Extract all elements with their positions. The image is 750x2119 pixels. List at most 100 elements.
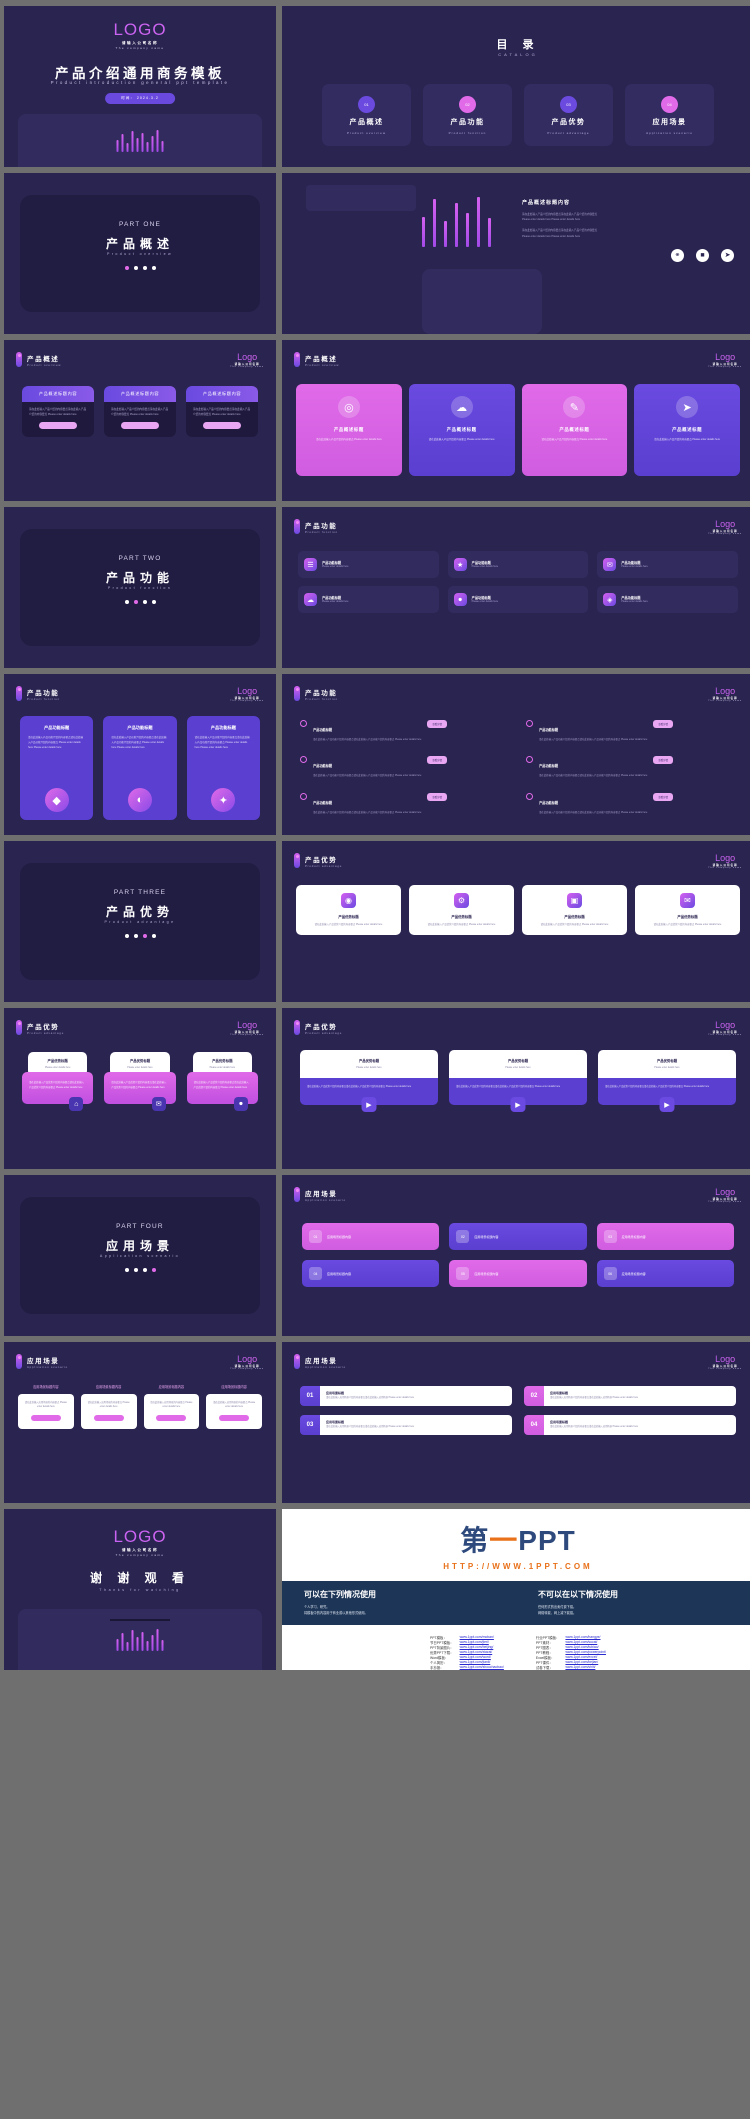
card-2[interactable]: 产品优势标题 Please enter details here 请在此处输入产品… bbox=[104, 1052, 176, 1112]
timeline-item[interactable]: 产品功能标题 请在此处输入产品功能介绍的内容要点请在此处输入产品功能介绍的内容要点… bbox=[300, 791, 510, 815]
card-button[interactable] bbox=[93, 1415, 124, 1422]
timeline-item[interactable]: 产品功能标题 请在此处输入产品功能介绍的内容要点请在此处输入产品功能介绍的内容要点… bbox=[526, 791, 736, 815]
link-url[interactable]: www.1ppt.com/shouchaobao/ bbox=[457, 1665, 507, 1670]
slide-catalog[interactable]: 目 录 CATALOG 01 产品概述 Product overview 02 … bbox=[282, 6, 750, 167]
slide-function-grid[interactable]: 产品功能 Product function Logo 请输入公司名称 The c… bbox=[282, 507, 750, 668]
card-1[interactable]: 产品概述标题内容 请在此处输入产品介绍的内容要点请在此输入产品介绍的内容要点 P… bbox=[22, 386, 94, 437]
numbered-item-4[interactable]: 04 应用场景标题 请在此处输入应用场景介绍的内容要点请在此处输入应用场景 Plea… bbox=[524, 1414, 736, 1435]
slide-overview-cards3[interactable]: 产品概述 Product overview Logo 请输入公司名称 The c… bbox=[4, 340, 276, 501]
card-1[interactable]: 产品功能标题 请在此处输入产品功能介绍的内容要点请在此处输入产品功能介绍的内容要点… bbox=[20, 716, 94, 820]
card-2[interactable]: ⚙ 产品优势标题 请在此处输入产品优势介绍的内容要点 Please enter de… bbox=[409, 885, 514, 936]
play-icon[interactable]: ▶ bbox=[361, 1097, 377, 1113]
logo-text: Logo bbox=[230, 352, 264, 362]
slide-function-timeline[interactable]: 产品功能 Product function Logo 请输入公司名称 The c… bbox=[282, 674, 750, 835]
slide-scenario-numbered[interactable]: 应用场景 Application scenario Logo 请输入公司名称 T… bbox=[282, 1342, 750, 1503]
feature-6[interactable]: ◈ 产品功能标题 Please enter details here bbox=[597, 586, 738, 613]
card-button[interactable] bbox=[121, 421, 159, 429]
feature-4[interactable]: ☁ 产品功能标题 Please enter details here bbox=[298, 586, 439, 613]
timeline-tag[interactable]: 查看详情 bbox=[653, 756, 673, 765]
card-button[interactable] bbox=[39, 421, 77, 429]
card-button[interactable] bbox=[219, 1415, 250, 1422]
card-3[interactable]: 产品功能标题 请在此处输入产品功能介绍的内容要点请在此处输入产品功能介绍的内容要点… bbox=[186, 716, 260, 820]
slide-section-two[interactable]: PART TWO 产品功能 Product function bbox=[4, 507, 276, 668]
card-3[interactable]: ✎ 产品概述标题 请在此处输入产品介绍的内容要点 Please enter de… bbox=[521, 384, 628, 476]
card-1[interactable]: 产品优势标题 Please enter details here 请在此处输入产品优… bbox=[300, 1050, 438, 1113]
card-4[interactable]: ✉ 产品优势标题 请在此处输入产品优势介绍的内容要点 Please enter de… bbox=[635, 885, 740, 936]
slide-section-one[interactable]: PART ONE 产品概述 Product overview bbox=[4, 173, 276, 334]
card-3[interactable]: 应用场景标题内容 请在此处输入应用场景的内容要点 Please enter det… bbox=[143, 1384, 200, 1430]
catalog-item-2[interactable]: 02 产品功能 Product function bbox=[423, 84, 512, 146]
slide-function-tall[interactable]: 产品功能 Product function Logo 请输入公司名称 The c… bbox=[4, 674, 276, 835]
card-3[interactable]: 产品优势标题 Please enter details here 请在此处输入产品优… bbox=[598, 1050, 736, 1113]
item-number: 02 bbox=[524, 1386, 544, 1406]
catalog-item-4[interactable]: 04 应用场景 Application scenario bbox=[625, 84, 714, 146]
slide-overview-cards4[interactable]: 产品概述 Product overview Logo 请输入公司名称 The c… bbox=[282, 340, 750, 501]
card-2[interactable]: 产品概述标题内容 请在此处输入产品介绍的内容要点请在此输入产品介绍的内容要点 P… bbox=[104, 386, 176, 437]
slide-scenario-tags[interactable]: 应用场景 Application scenario Logo 请输入公司名称 T… bbox=[282, 1175, 750, 1336]
tag-5[interactable]: 05 应用场景标题内容 bbox=[449, 1260, 587, 1287]
card-1[interactable]: ◎ 产品概述标题 请在此处输入产品介绍的内容要点 Please enter de… bbox=[296, 384, 402, 476]
tag-6[interactable]: 06 应用场景标题内容 bbox=[596, 1260, 734, 1287]
gear-icon: ⚙ bbox=[454, 893, 469, 908]
tag-4[interactable]: 04 应用场景标题内容 bbox=[302, 1260, 440, 1287]
grid-icon[interactable]: ■ bbox=[696, 248, 709, 262]
numbered-item-1[interactable]: 01 应用场景标题 请在此处输入应用场景介绍的内容要点请在此处输入应用场景 Plea… bbox=[300, 1386, 512, 1406]
card-title: 产品优势标题 bbox=[677, 915, 698, 919]
send-icon[interactable]: ➤ bbox=[721, 248, 734, 262]
slide-thanks[interactable]: LOGO 请输入公司名称 The company name 谢 谢 观 看 Th… bbox=[4, 1509, 276, 1670]
card-3[interactable]: 产品优势标题 Please enter details here 请在此处输入产品… bbox=[186, 1052, 258, 1112]
card-3[interactable]: ▣ 产品优势标题 请在此处输入产品优势介绍的内容要点 Please enter de… bbox=[522, 885, 627, 936]
card-1[interactable]: 应用场景标题内容 请在此处输入应用场景的内容要点 Please enter det… bbox=[18, 1384, 74, 1430]
card-4[interactable]: 应用场景标题内容 请在此处输入应用场景的内容要点 Please enter det… bbox=[206, 1384, 262, 1430]
card-2[interactable]: 产品优势标题 Please enter details here 请在此处输入产品优… bbox=[449, 1050, 587, 1113]
timeline-item[interactable]: 产品功能标题 请在此处输入产品功能介绍的内容要点请在此处输入产品功能介绍的内容要点… bbox=[526, 754, 736, 778]
slide-scenario-white4[interactable]: 应用场景 Application scenario Logo 请输入公司名称 T… bbox=[4, 1342, 276, 1503]
slide-advantage-white4[interactable]: 产品优势 Product advantage Logo 请输入公司名称 The … bbox=[282, 841, 750, 1002]
numbered-item-2[interactable]: 02 应用场景标题 请在此处输入应用场景介绍的内容要点请在此处输入应用场景 Plea… bbox=[524, 1386, 736, 1406]
card-3[interactable]: 产品概述标题内容 请在此处输入产品介绍的内容要点请在此输入产品介绍的内容要点 P… bbox=[186, 386, 258, 437]
feature-3[interactable]: ✉ 产品功能标题 Please enter details here bbox=[597, 551, 738, 578]
play-icon[interactable]: ▶ bbox=[510, 1097, 526, 1113]
feature-2[interactable]: ★ 产品功能标题 Please enter details here bbox=[447, 551, 589, 578]
timeline-dot-icon bbox=[300, 792, 307, 800]
slide-cover[interactable]: LOGO 请输入公司名称 The company name 产品介绍通用商务模板… bbox=[4, 6, 276, 167]
numbered-item-3[interactable]: 03 应用场景标题 请在此处输入应用场景介绍的内容要点请在此处输入应用场景 Plea… bbox=[300, 1414, 512, 1435]
card-button[interactable] bbox=[156, 1415, 187, 1422]
timeline-item[interactable]: 产品功能标题 请在此处输入产品功能介绍的内容要点请在此处输入产品功能介绍的内容要点… bbox=[300, 718, 510, 742]
item-text: 请在此处输入应用场景介绍的内容要点请在此处输入应用场景 Please enter… bbox=[550, 1397, 639, 1399]
link-icon[interactable]: ⚭ bbox=[671, 248, 684, 262]
slide-advantage-split[interactable]: 产品优势 Product advantage Logo 请输入公司名称 The … bbox=[282, 1008, 750, 1169]
ppt-url[interactable]: HTTP://WWW.1PPT.COM bbox=[443, 1562, 592, 1571]
card-button[interactable] bbox=[203, 421, 241, 429]
timeline-item[interactable]: 产品功能标题 请在此处输入产品功能介绍的内容要点请在此处输入产品功能介绍的内容要点… bbox=[300, 754, 510, 778]
card-2[interactable]: 产品功能标题 请在此处输入产品功能介绍的内容要点请在此处输入产品功能介绍的内容要点… bbox=[103, 716, 177, 820]
slide-1ppt-branding[interactable]: 第一PPT HTTP://WWW.1PPT.COM 可以在下列情况使用 个人学习… bbox=[282, 1509, 750, 1670]
card-text: 请在此处输入产品介绍的内容要点 Please enter details her… bbox=[654, 438, 721, 441]
feature-5[interactable]: ⚫ 产品功能标题 Please enter details here bbox=[447, 586, 589, 613]
slide-section-three[interactable]: PART THREE 产品优势 Product advantage bbox=[4, 841, 276, 1002]
slide-advantage-overlap[interactable]: 产品优势 Product advantage Logo 请输入公司名称 The … bbox=[4, 1008, 276, 1169]
card-1[interactable]: ◉ 产品优势标题 请在此处输入产品优势介绍的内容要点 Please enter de… bbox=[296, 885, 401, 936]
timeline-tag[interactable]: 查看详情 bbox=[427, 756, 447, 765]
timeline-tag[interactable]: 查看详情 bbox=[427, 720, 447, 728]
card-text: 请在此处输入产品介绍的内容要点 Please enter details her… bbox=[541, 438, 608, 441]
timeline-tag[interactable]: 查看详情 bbox=[653, 720, 673, 728]
catalog-item-3[interactable]: 03 产品优势 Product advantage bbox=[524, 84, 613, 146]
catalog-item-1[interactable]: 01 产品概述 Product overview bbox=[322, 84, 411, 146]
card-2[interactable]: 应用场景标题内容 请在此处输入应用场景的内容要点 Please enter det… bbox=[80, 1384, 137, 1430]
timeline-item[interactable]: 产品功能标题 请在此处输入产品功能介绍的内容要点请在此处输入产品功能介绍的内容要点… bbox=[526, 718, 736, 742]
play-icon[interactable]: ▶ bbox=[659, 1097, 675, 1113]
timeline-tag[interactable]: 查看详情 bbox=[653, 792, 673, 801]
timeline-tag[interactable]: 查看详情 bbox=[427, 792, 447, 801]
slide-section-four[interactable]: PART FOUR 应用场景 Application scenario bbox=[4, 1175, 276, 1336]
tag-3[interactable]: 03 应用场景标题内容 bbox=[596, 1223, 734, 1250]
card-button[interactable] bbox=[30, 1415, 61, 1422]
tag-2[interactable]: 02 应用场景标题内容 bbox=[449, 1223, 587, 1250]
card-2[interactable]: ☁ 产品概述标题 请在此处输入产品介绍的内容要点 Please enter de… bbox=[408, 384, 515, 476]
link-url[interactable]: www.1ppt.com/powerpoint/ bbox=[562, 1650, 609, 1655]
feature-1[interactable]: ☰ 产品功能标题 Please enter details here bbox=[298, 551, 439, 578]
card-4[interactable]: ➤ 产品概述标题 请在此处输入产品介绍的内容要点 Please enter de… bbox=[634, 384, 740, 476]
tag-1[interactable]: 01 应用场景标题内容 bbox=[302, 1223, 440, 1250]
card-1[interactable]: 产品优势标题 Please enter details here 请在此处输入产品… bbox=[22, 1052, 94, 1112]
slide-overview-intro[interactable]: 产品概述标题内容 请在此处输入产品介绍的内容要点请在此输入产品介绍的内容要点 P… bbox=[282, 173, 750, 334]
